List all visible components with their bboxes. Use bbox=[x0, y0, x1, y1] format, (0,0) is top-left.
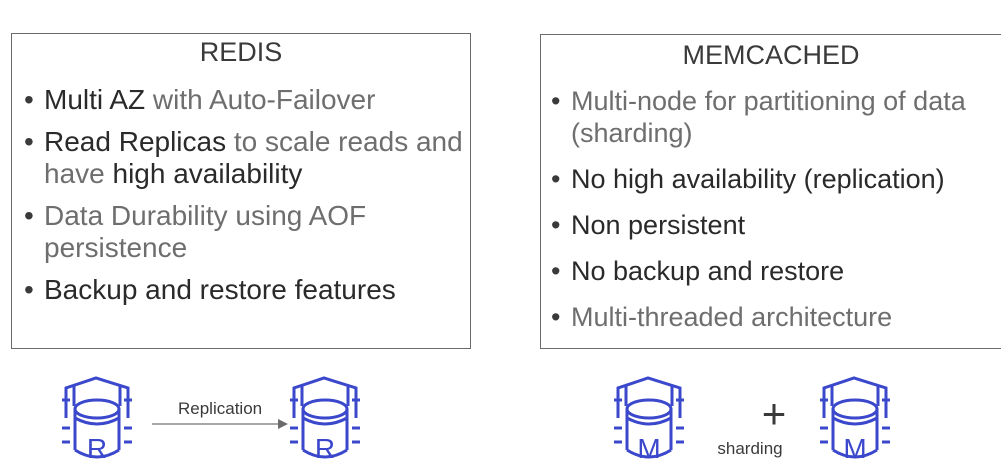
node-letter: R bbox=[87, 433, 107, 464]
redis-replication-diagram: R Replication R bbox=[60, 376, 362, 464]
redis-bullet-durability: Data Durability using AOF persistence bbox=[24, 200, 464, 264]
node-letter: M bbox=[843, 433, 866, 464]
memcached-title: MEMCACHED bbox=[682, 40, 860, 70]
bullet-text: Non persistent bbox=[571, 210, 746, 240]
memcached-bullet-multi-threaded: Multi-threaded architecture bbox=[551, 301, 999, 333]
bullet-text: No high availability (replication) bbox=[571, 164, 945, 194]
redis-bullet-backup: Backup and restore features bbox=[24, 274, 464, 306]
memcached-bullet-multi-node: Multi-node for partitioning of data (sha… bbox=[551, 85, 999, 149]
bullet-text: with Auto-Failover bbox=[145, 84, 376, 115]
memcached-bullet-non-persistent: Non persistent bbox=[551, 209, 999, 241]
memcached-sharding-diagram: M + sharding M bbox=[612, 376, 892, 464]
node-letter: R bbox=[315, 433, 335, 464]
sharding-label: sharding bbox=[717, 439, 782, 458]
memcached-node-1-icon: M bbox=[612, 376, 686, 464]
memcached-bullet-no-ha: No high availability (replication) bbox=[551, 163, 999, 195]
redis-bullet-multi-az: Multi AZ with Auto-Failover bbox=[24, 84, 464, 116]
arrow-head-icon bbox=[278, 419, 288, 429]
memcached-bullet-list: Multi-node for partitioning of data (sha… bbox=[551, 85, 999, 347]
bullet-text: Multi-node for partitioning of data (sha… bbox=[571, 86, 966, 148]
bullet-text: Backup and restore features bbox=[44, 274, 396, 305]
memcached-panel: MEMCACHED Multi-node for partitioning of… bbox=[540, 34, 1001, 349]
redis-title: REDIS bbox=[199, 37, 283, 67]
redis-bullet-list: Multi AZ with Auto-Failover Read Replica… bbox=[24, 84, 464, 316]
redis-replica-node-icon: R bbox=[288, 376, 362, 464]
memcached-node-2-icon: M bbox=[818, 376, 892, 464]
bullet-text: Read Replicas bbox=[44, 126, 227, 157]
redis-bullet-read-replicas: Read Replicas to scale reads and have hi… bbox=[24, 126, 464, 190]
replication-label: Replication bbox=[178, 399, 262, 418]
redis-primary-node-icon: R bbox=[60, 376, 134, 464]
memcached-bullet-no-backup: No backup and restore bbox=[551, 255, 999, 287]
bullet-text: Multi AZ bbox=[44, 84, 146, 115]
plus-icon: + bbox=[762, 390, 787, 437]
node-letter: M bbox=[637, 433, 660, 464]
bullet-text: Multi-threaded architecture bbox=[571, 302, 893, 332]
redis-panel: REDIS Multi AZ with Auto-Failover Read R… bbox=[11, 33, 471, 349]
bullet-text: Data Durability using AOF persistence bbox=[44, 200, 367, 263]
bullet-text: high availability bbox=[112, 158, 303, 189]
bullet-text: No backup and restore bbox=[571, 256, 845, 286]
